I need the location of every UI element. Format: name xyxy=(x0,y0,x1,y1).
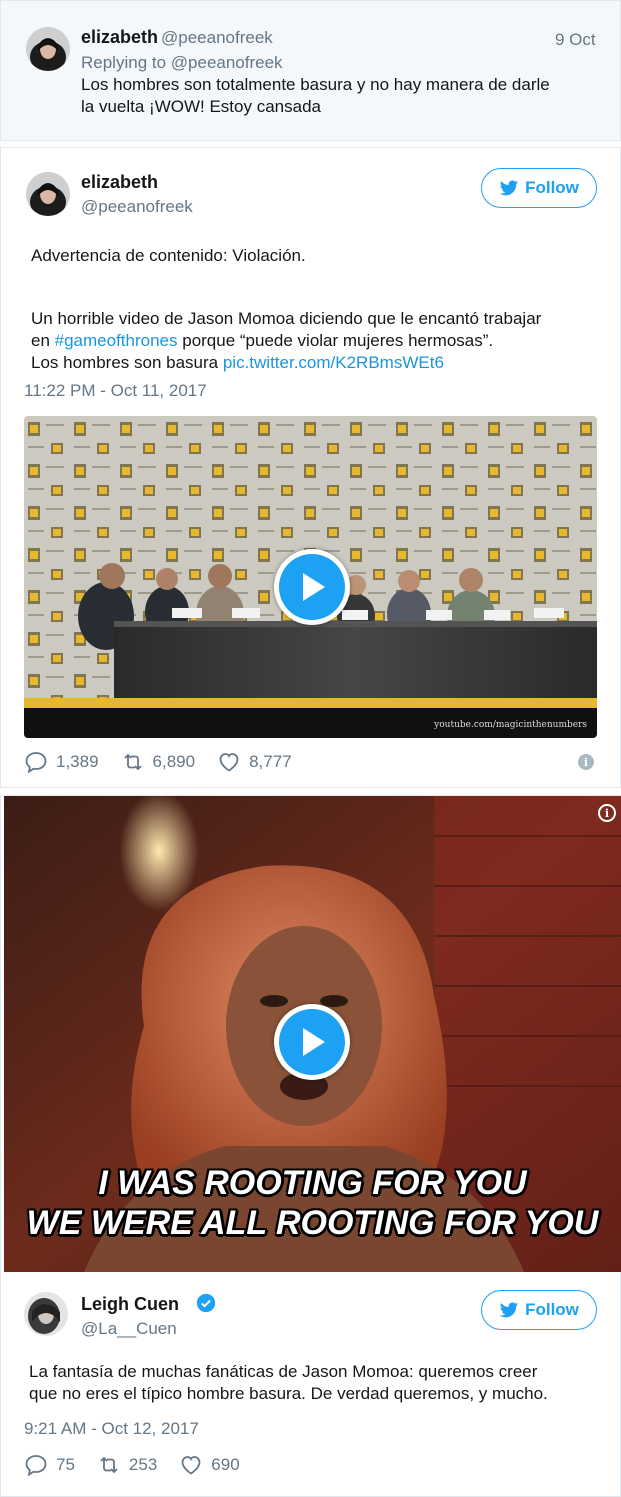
reply-avatar[interactable] xyxy=(26,27,70,71)
leigh-timestamp[interactable]: 9:21 AM - Oct 12, 2017 xyxy=(24,1419,199,1439)
replying-to[interactable]: Replying to @peeanofreek xyxy=(81,53,283,73)
reply-action[interactable]: 1,389 xyxy=(24,750,99,774)
leigh-retweet-count: 253 xyxy=(128,1455,158,1474)
content-warning: Advertencia de contenido: Violación. xyxy=(31,246,306,265)
gif-tweet: I WAS ROOTING FOR YOU WE WERE ALL ROOTIN… xyxy=(0,795,621,1497)
video-watermark: youtube.com/magicinthenumbers xyxy=(434,720,587,730)
leigh-text-line-2: que no eres el típico hombre basura. De … xyxy=(29,1384,548,1403)
leigh-text-line-1: La fantasía de muchas fanáticas de Jason… xyxy=(29,1362,538,1381)
gif-caption-line-2: WE WERE ALL ROOTING FOR YOU xyxy=(26,1204,599,1242)
retweet-count: 6,890 xyxy=(152,752,196,771)
video-play-button[interactable] xyxy=(274,549,350,625)
reply-icon xyxy=(25,1455,47,1477)
hashtag-link[interactable]: #gameofthrones xyxy=(55,331,178,350)
retweet-icon xyxy=(123,753,142,771)
main-text-line-3: Los hombres son basura pic.twitter.com/K… xyxy=(31,352,601,374)
reply-date[interactable]: 9 Oct xyxy=(555,30,596,50)
reply-text-line-1: Los hombres son totalmente basura y no h… xyxy=(81,75,550,94)
main-tweet: elizabeth @peeanofreek Follow Advertenci… xyxy=(0,147,621,788)
follow-button[interactable]: Follow xyxy=(481,168,597,208)
leigh-retweet-action[interactable]: 253 xyxy=(97,1453,157,1477)
leigh-like-action[interactable]: 690 xyxy=(179,1453,240,1477)
retweet-action[interactable]: 6,890 xyxy=(121,750,196,774)
gif-info-icon[interactable]: i xyxy=(598,804,616,822)
main-text-line-2: en #gameofthrones porque “puede violar m… xyxy=(31,330,601,352)
follow-button-label: Follow xyxy=(525,178,579,197)
retweet-icon xyxy=(100,1456,118,1474)
video-player[interactable]: youtube.com/magicinthenumbers xyxy=(24,416,597,738)
verified-badge-icon xyxy=(196,1293,216,1313)
like-count: 8,777 xyxy=(249,752,292,771)
twitter-bird-icon xyxy=(499,1302,519,1318)
leigh-like-count: 690 xyxy=(211,1455,240,1474)
main-text-line-1: Un horrible video de Jason Momoa diciend… xyxy=(31,309,542,328)
leigh-author-handle[interactable]: @La__Cuen xyxy=(81,1319,177,1339)
leigh-tweet-text: La fantasía de muchas fanáticas de Jason… xyxy=(29,1361,614,1405)
reply-text: Los hombres son totalmente basura y no h… xyxy=(81,74,601,118)
pic-link[interactable]: pic.twitter.com/K2RBmsWEt6 xyxy=(223,353,444,372)
main-text-line-3-prefix: Los hombres son basura xyxy=(31,353,223,372)
leigh-follow-button[interactable]: Follow xyxy=(481,1290,597,1330)
info-icon[interactable]: i xyxy=(578,754,594,770)
gif-caption-line-1: I WAS ROOTING FOR YOU xyxy=(98,1164,527,1202)
leigh-reply-count: 75 xyxy=(56,1455,75,1474)
reply-icon xyxy=(25,752,47,774)
gif-player[interactable]: I WAS ROOTING FOR YOU WE WERE ALL ROOTIN… xyxy=(4,796,621,1272)
reply-tweet[interactable]: elizabeth @peeanofreek 9 Oct Replying to… xyxy=(0,0,621,141)
twitter-bird-icon xyxy=(499,180,519,196)
main-tweet-text: Un horrible video de Jason Momoa diciend… xyxy=(31,308,601,374)
gif-play-button[interactable] xyxy=(274,1004,350,1080)
main-timestamp[interactable]: 11:22 PM - Oct 11, 2017 xyxy=(24,381,207,401)
reply-count: 1,389 xyxy=(56,752,99,771)
play-icon xyxy=(303,573,325,601)
main-text-line-2-suffix: porque “puede violar mujeres hermosas”. xyxy=(177,331,494,350)
reply-author-handle[interactable]: @peeanofreek xyxy=(161,28,273,48)
leigh-avatar[interactable] xyxy=(24,1292,68,1336)
leigh-actions-bar: 75 253 690 xyxy=(24,1453,240,1477)
play-icon xyxy=(303,1028,325,1056)
like-action[interactable]: 8,777 xyxy=(217,750,292,774)
reply-author-name[interactable]: elizabeth xyxy=(81,27,158,48)
main-author-handle[interactable]: @peeanofreek xyxy=(81,197,193,217)
main-actions-bar: 1,389 6,890 8,777 xyxy=(24,750,292,774)
main-author-name[interactable]: elizabeth xyxy=(81,172,158,193)
reply-text-line-2: la vuelta ¡WOW! Estoy cansada xyxy=(81,97,321,116)
leigh-author-name[interactable]: Leigh Cuen xyxy=(81,1294,179,1315)
leigh-reply-action[interactable]: 75 xyxy=(24,1453,75,1477)
like-icon xyxy=(181,1456,201,1475)
main-avatar[interactable] xyxy=(26,172,70,216)
leigh-follow-button-label: Follow xyxy=(525,1300,579,1319)
like-icon xyxy=(219,753,239,772)
main-text-line-2-prefix: en xyxy=(31,331,55,350)
